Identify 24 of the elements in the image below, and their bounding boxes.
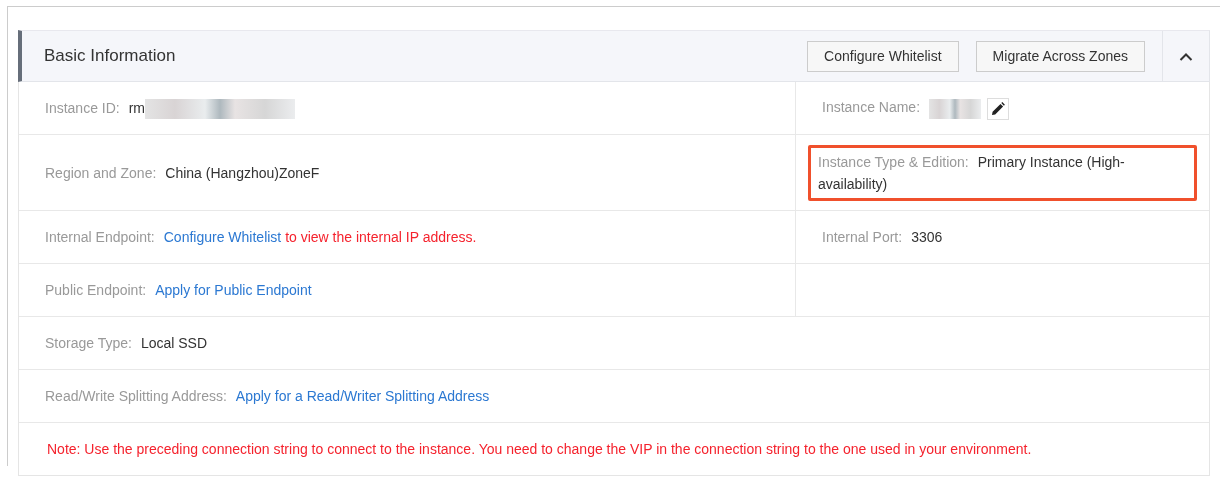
field-text: Instance Type & Edition: Primary Instance (High-availability) [818,152,1126,194]
field-label: Storage Type: [45,335,132,351]
field-label: Internal Port: [822,229,903,245]
field-value: 3306 [911,229,943,245]
panel-title: Basic Information [43,46,177,66]
pencil-icon [991,101,1006,116]
chevron-up-icon [1179,51,1193,61]
header-button[interactable]: Configure Whitelist [807,40,959,72]
field-label: Instance ID: [45,99,120,116]
link[interactable]: Configure Whitelist [163,229,282,245]
link[interactable]: Apply for a Read/Writer Splitting Address [235,388,490,404]
field-value: rm [128,99,146,116]
field-label: Public Endpoint: [45,282,147,298]
note-text: Note: Use the preceding connection string to connect to the instance. You need to change the VIP in the connection string to the one used in your environment. [19,423,1209,476]
warning-text: to view the internal IP address. [285,229,477,245]
field-label: Internal Endpoint: [45,229,155,245]
field-value: Local SSD [140,335,208,351]
header-button[interactable]: Migrate Across Zones [975,40,1145,72]
field-label: Region and Zone: [45,164,157,181]
field-value: China (Hangzhou)ZoneF [165,164,320,181]
edit-button[interactable] [987,97,1010,120]
link[interactable]: Apply for Public Endpoint [155,282,312,298]
field-label: Instance Name: [822,99,921,116]
field-label: Read/Write Splitting Address: [45,388,227,404]
